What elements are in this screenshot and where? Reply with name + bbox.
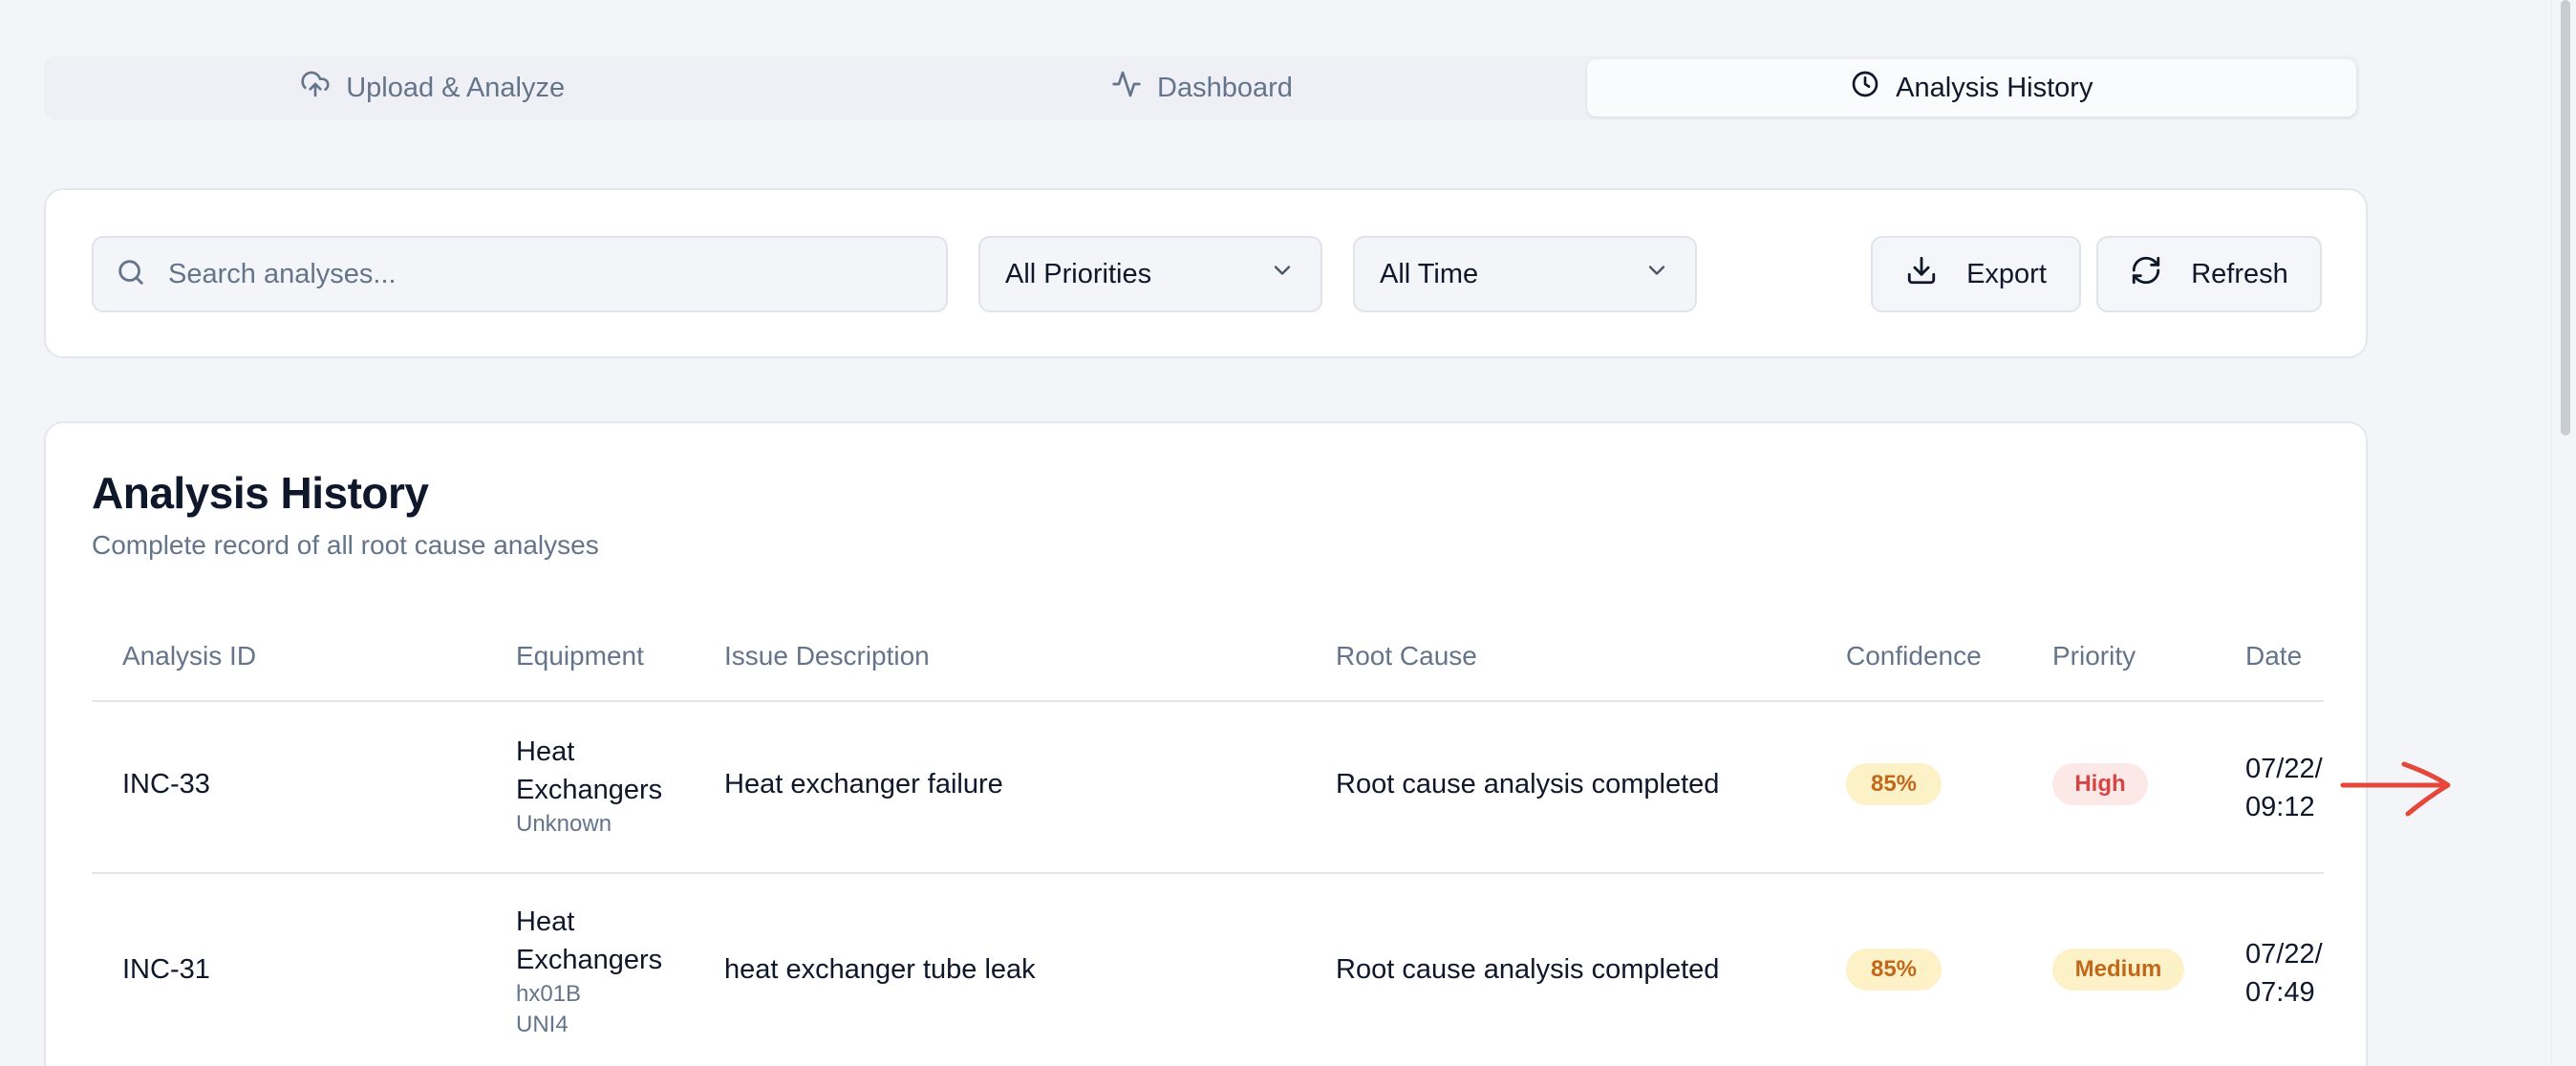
priority-badge: High	[2052, 763, 2148, 805]
refresh-button[interactable]: Refresh	[2096, 236, 2322, 312]
analysis-id[interactable]: INC-33	[122, 769, 210, 800]
history-card: Analysis History Complete record of all …	[44, 421, 2368, 1066]
confidence-badge: 85%	[1846, 763, 1942, 805]
main-tabs: Upload & Analyze Dashboard Analysis Hist…	[44, 55, 2360, 120]
confidence-badge: 85%	[1846, 949, 1942, 991]
vertical-scrollbar[interactable]	[2551, 0, 2576, 1066]
equipment-name-line1: Heat	[516, 906, 575, 937]
page-title: Analysis History	[92, 468, 429, 518]
column-header-equipment[interactable]: Equipment	[516, 641, 644, 672]
tab-dashboard[interactable]: Dashboard	[817, 59, 1586, 117]
search-box[interactable]	[92, 236, 948, 312]
tab-label: Upload & Analyze	[346, 72, 566, 103]
time-select[interactable]: All Time	[1353, 236, 1697, 312]
table-header-divider	[92, 700, 2324, 702]
column-header-analysis-id[interactable]: Analysis ID	[122, 641, 256, 672]
column-header-priority[interactable]: Priority	[2052, 641, 2136, 672]
time-line: 09:12	[2245, 792, 2315, 822]
download-icon	[1905, 254, 1938, 294]
clock-icon	[1850, 69, 1880, 107]
time-select-value: All Time	[1380, 258, 1479, 289]
export-label: Export	[1966, 258, 2047, 289]
equipment-name-line1: Heat	[516, 736, 575, 767]
equipment-location: hx01B	[516, 981, 582, 1007]
column-header-confidence[interactable]: Confidence	[1846, 641, 1982, 672]
root-cause: Root cause analysis completed	[1336, 769, 1720, 800]
equipment-unit: UNI4	[516, 1012, 569, 1037]
date-line: 07/22/	[2245, 754, 2323, 784]
analysis-id[interactable]: INC-31	[122, 954, 210, 986]
arrow-right-icon	[2340, 761, 2451, 817]
time-line: 07:49	[2245, 977, 2315, 1008]
issue-description: Heat exchanger failure	[724, 769, 1003, 800]
priority-select-value: All Priorities	[1005, 258, 1152, 289]
column-header-issue-description[interactable]: Issue Description	[724, 641, 930, 672]
refresh-icon	[2130, 254, 2162, 294]
chevron-down-icon	[1269, 257, 1296, 291]
cloud-upload-icon	[300, 69, 331, 107]
search-input[interactable]	[168, 258, 894, 290]
activity-icon	[1111, 69, 1142, 107]
equipment-cell: Heat Exchangers hx01B UNI4	[516, 903, 662, 1040]
equipment-location: Unknown	[516, 811, 612, 837]
search-icon	[115, 256, 147, 293]
date-cell: 07/22/ 07:49	[2245, 935, 2324, 1012]
root-cause: Root cause analysis completed	[1336, 954, 1720, 985]
tab-label: Analysis History	[1896, 72, 2093, 103]
priority-select[interactable]: All Priorities	[978, 236, 1322, 312]
refresh-label: Refresh	[2191, 258, 2288, 289]
row-divider	[92, 872, 2324, 874]
equipment-cell: Heat Exchangers Unknown	[516, 733, 662, 840]
tab-analysis-history[interactable]: Analysis History	[1586, 59, 2356, 117]
equipment-name-line2: Exchangers	[516, 945, 663, 975]
scrollbar-thumb[interactable]	[2561, 0, 2570, 436]
issue-description: heat exchanger tube leak	[724, 954, 1036, 985]
priority-badge: Medium	[2052, 949, 2184, 991]
column-header-root-cause[interactable]: Root Cause	[1336, 641, 1477, 672]
equipment-name-line2: Exchangers	[516, 775, 663, 805]
filter-bar: All Priorities All Time Export Refresh	[44, 188, 2368, 358]
tab-label: Dashboard	[1157, 72, 1293, 103]
date-line: 07/22/	[2245, 939, 2323, 970]
page-subtitle: Complete record of all root cause analys…	[92, 530, 599, 560]
date-cell: 07/22/ 09:12	[2245, 750, 2324, 826]
export-button[interactable]: Export	[1871, 236, 2081, 312]
chevron-down-icon	[1643, 257, 1670, 291]
column-header-date[interactable]: Date	[2245, 641, 2302, 672]
tab-upload-analyze[interactable]: Upload & Analyze	[48, 59, 817, 117]
